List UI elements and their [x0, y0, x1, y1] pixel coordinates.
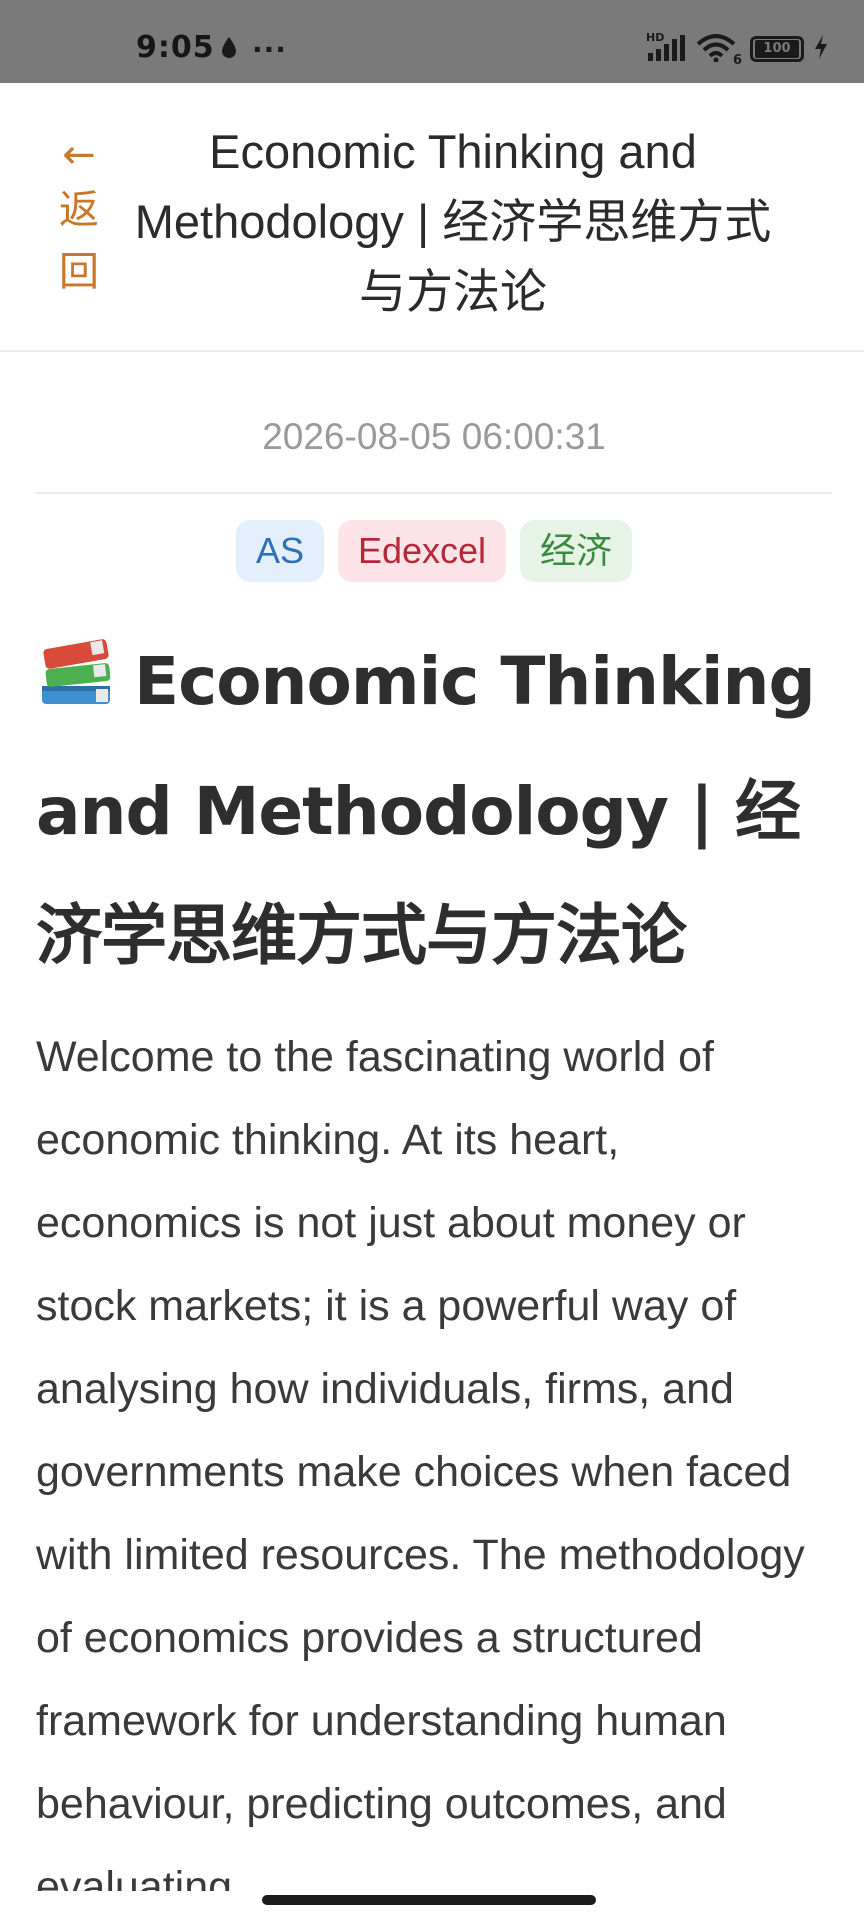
status-left-icons: ··· — [220, 36, 287, 64]
wifi-6-label: 6 — [732, 53, 742, 68]
article-content: 2026-08-05 06:00:31 AS Edexcel 经济 Econom… — [36, 350, 832, 1891]
article-body: Welcome to the fascinating world of econ… — [36, 1033, 805, 1891]
battery-icon: 100 — [750, 36, 804, 62]
article-title-text: Economic Thinking and Methodology | 经济学思… — [36, 643, 816, 974]
back-button[interactable]: ← 返回 — [52, 131, 106, 303]
tag-as[interactable]: AS — [235, 520, 324, 582]
tag-economics[interactable]: 经济 — [520, 520, 633, 582]
home-indicator[interactable] — [262, 1895, 596, 1905]
status-right-icons: HD 6 100 — [646, 31, 828, 68]
battery-level: 100 — [755, 40, 799, 58]
phone-screen: 9:05 ··· HD 6 100 ← 返回 Economic Thinking… — [0, 0, 864, 1920]
page-header: ← 返回 Economic Thinking and Methodology |… — [0, 83, 864, 352]
signal-icon: HD — [646, 31, 686, 63]
status-bar: 9:05 ··· HD 6 100 — [0, 0, 864, 83]
charging-icon — [814, 35, 828, 63]
header-title: Economic Thinking and Methodology | 经济学思… — [134, 125, 772, 318]
wifi-icon: 6 — [696, 34, 742, 68]
status-time: 9:05 — [136, 30, 215, 65]
back-arrow-icon: ← — [62, 132, 96, 178]
article-title: Economic Thinking and Methodology | 经济学思… — [36, 620, 832, 998]
tag-list: AS Edexcel 经济 — [36, 520, 832, 582]
books-icon — [36, 626, 116, 750]
drop-icon — [220, 36, 238, 64]
more-notifications-icon: ··· — [252, 33, 287, 66]
article-timestamp: 2026-08-05 06:00:31 — [36, 350, 832, 494]
tag-edexcel[interactable]: Edexcel — [337, 520, 507, 582]
back-label: 返回 — [59, 187, 99, 295]
